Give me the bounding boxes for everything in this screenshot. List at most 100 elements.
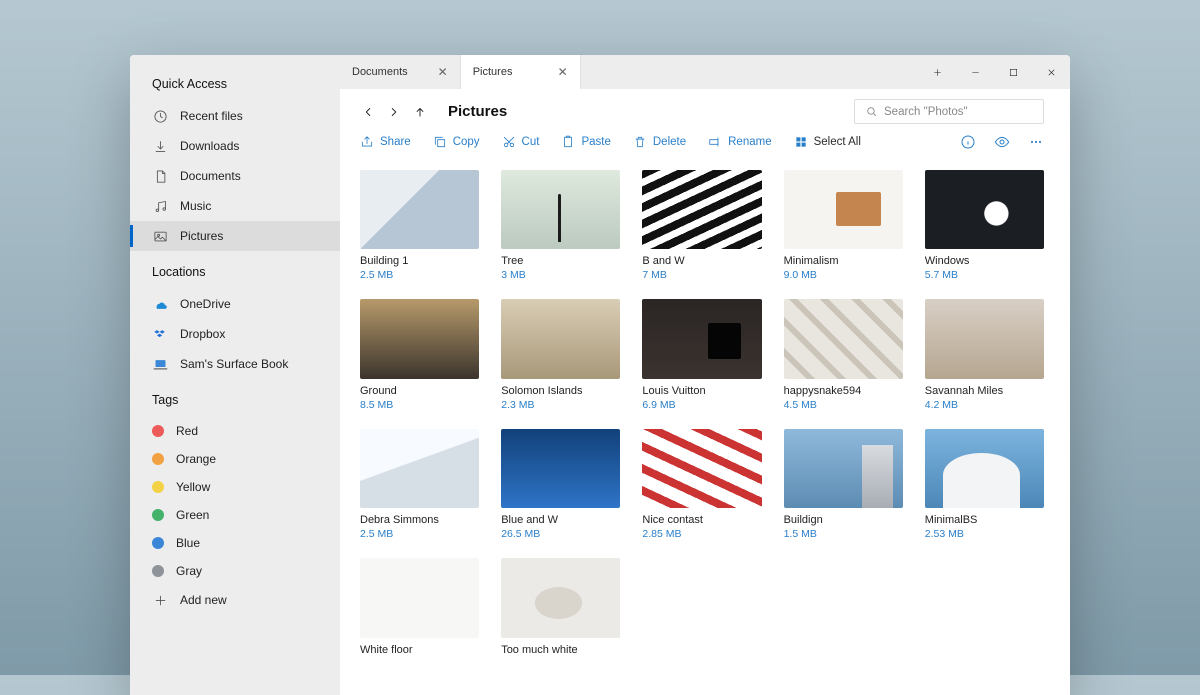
file-name: Savannah Miles bbox=[925, 385, 1044, 397]
more-icon[interactable] bbox=[1028, 134, 1044, 150]
maximize-button[interactable] bbox=[994, 55, 1032, 89]
info-icon[interactable] bbox=[960, 134, 976, 150]
file-thumbnail bbox=[925, 429, 1044, 508]
file-thumbnail bbox=[501, 558, 620, 637]
select-all-button[interactable]: Select All bbox=[794, 135, 861, 149]
file-size: 9.0 MB bbox=[784, 269, 903, 281]
sidebar-item-pictures[interactable]: Pictures bbox=[130, 221, 340, 251]
file-item[interactable]: Building 12.5 MB bbox=[360, 170, 479, 281]
sidebar-item-onedrive[interactable]: OneDrive bbox=[130, 289, 340, 319]
sidebar-item-downloads[interactable]: Downloads bbox=[130, 131, 340, 161]
file-thumbnail bbox=[925, 299, 1044, 378]
cut-button[interactable]: Cut bbox=[502, 135, 540, 149]
nav-back-button[interactable] bbox=[360, 104, 376, 120]
picture-icon bbox=[152, 228, 168, 244]
file-thumbnail bbox=[925, 170, 1044, 249]
file-item[interactable]: MinimalBS2.53 MB bbox=[925, 429, 1044, 540]
file-size: 4.2 MB bbox=[925, 399, 1044, 411]
file-size: 6.9 MB bbox=[642, 399, 761, 411]
share-button[interactable]: Share bbox=[360, 135, 411, 149]
new-tab-button[interactable] bbox=[918, 55, 956, 89]
sidebar-item-recent-files[interactable]: Recent files bbox=[130, 101, 340, 131]
tag-add-label: Add new bbox=[180, 593, 227, 607]
paste-button[interactable]: Paste bbox=[561, 135, 610, 149]
file-item[interactable]: B and W7 MB bbox=[642, 170, 761, 281]
view-icon[interactable] bbox=[994, 134, 1010, 150]
sidebar-item-documents[interactable]: Documents bbox=[130, 161, 340, 191]
file-item[interactable]: Louis Vuitton6.9 MB bbox=[642, 299, 761, 410]
file-item[interactable]: Buildign1.5 MB bbox=[784, 429, 903, 540]
file-item[interactable]: Savannah Miles 4.2 MB bbox=[925, 299, 1044, 410]
sidebar: Quick Access Recent files Downloads Docu… bbox=[130, 55, 340, 695]
file-thumbnail bbox=[360, 170, 479, 249]
file-name: happysnake594 bbox=[784, 385, 903, 397]
tag-dot-icon bbox=[152, 453, 164, 465]
tag-item-gray[interactable]: Gray bbox=[130, 557, 340, 585]
clock-icon bbox=[152, 108, 168, 124]
file-item[interactable]: Minimalism 9.0 MB bbox=[784, 170, 903, 281]
paste-icon bbox=[561, 135, 575, 149]
file-item[interactable]: Blue and W 26.5 MB bbox=[501, 429, 620, 540]
sidebar-item-dropbox[interactable]: Dropbox bbox=[130, 319, 340, 349]
main-panel: Documents ✕ Pictures ✕ bbox=[340, 55, 1070, 695]
sidebar-heading-tags: Tags bbox=[130, 393, 340, 417]
tag-item-yellow[interactable]: Yellow bbox=[130, 473, 340, 501]
file-name: Minimalism bbox=[784, 255, 903, 267]
sidebar-item-label: Dropbox bbox=[180, 327, 225, 341]
sidebar-item-label: Sam's Surface Book bbox=[180, 357, 288, 371]
file-item[interactable]: Nice contast2.85 MB bbox=[642, 429, 761, 540]
tag-item-orange[interactable]: Orange bbox=[130, 445, 340, 473]
search-input[interactable]: Search "Photos" bbox=[854, 99, 1044, 124]
file-thumbnail bbox=[360, 429, 479, 508]
file-item[interactable]: Windows5.7 MB bbox=[925, 170, 1044, 281]
rename-button[interactable]: Rename bbox=[708, 135, 771, 149]
file-item[interactable]: Solomon Islands2.3 MB bbox=[501, 299, 620, 410]
rename-icon bbox=[708, 135, 722, 149]
file-size: 26.5 MB bbox=[501, 528, 620, 540]
tag-dot-icon bbox=[152, 537, 164, 549]
delete-button[interactable]: Delete bbox=[633, 135, 686, 149]
file-item[interactable]: happysnake5944.5 MB bbox=[784, 299, 903, 410]
file-item[interactable]: Too much white bbox=[501, 558, 620, 657]
file-size: 5.7 MB bbox=[925, 269, 1044, 281]
tag-dot-icon bbox=[152, 509, 164, 521]
file-item[interactable]: Ground8.5 MB bbox=[360, 299, 479, 410]
header: Pictures Search "Photos" Share Copy bbox=[340, 89, 1070, 156]
sidebar-item-music[interactable]: Music bbox=[130, 191, 340, 221]
file-thumbnail bbox=[784, 170, 903, 249]
tag-label: Orange bbox=[176, 452, 216, 466]
sidebar-item-label: Recent files bbox=[180, 109, 243, 123]
file-item[interactable]: White floor bbox=[360, 558, 479, 657]
file-thumbnail bbox=[360, 299, 479, 378]
tag-dot-icon bbox=[152, 565, 164, 577]
tabs-row: Documents ✕ Pictures ✕ bbox=[340, 55, 1070, 89]
nav-forward-button[interactable] bbox=[386, 104, 402, 120]
page-title: Pictures bbox=[448, 103, 507, 120]
sidebar-item-label: Downloads bbox=[180, 139, 239, 153]
tag-item-red[interactable]: Red bbox=[130, 417, 340, 445]
file-name: Too much white bbox=[501, 644, 620, 656]
tag-add-new[interactable]: Add new bbox=[130, 585, 340, 615]
file-size: 2.5 MB bbox=[360, 528, 479, 540]
tab-pictures[interactable]: Pictures ✕ bbox=[461, 55, 581, 89]
tab-documents[interactable]: Documents ✕ bbox=[340, 55, 461, 89]
sidebar-item-label: OneDrive bbox=[180, 297, 231, 311]
download-icon bbox=[152, 138, 168, 154]
close-icon[interactable]: ✕ bbox=[438, 65, 448, 79]
file-item[interactable]: Tree3 MB bbox=[501, 170, 620, 281]
file-name: Tree bbox=[501, 255, 620, 267]
file-item[interactable]: Debra Simmons2.5 MB bbox=[360, 429, 479, 540]
minimize-button[interactable] bbox=[956, 55, 994, 89]
close-icon[interactable]: ✕ bbox=[558, 65, 568, 79]
tab-label: Documents bbox=[352, 66, 408, 78]
sidebar-item-surface-book[interactable]: Sam's Surface Book bbox=[130, 349, 340, 379]
sidebar-item-label: Music bbox=[180, 199, 211, 213]
nav-up-button[interactable] bbox=[412, 104, 428, 120]
copy-button[interactable]: Copy bbox=[433, 135, 480, 149]
tag-item-green[interactable]: Green bbox=[130, 501, 340, 529]
file-size: 2.5 MB bbox=[360, 269, 479, 281]
tag-item-blue[interactable]: Blue bbox=[130, 529, 340, 557]
file-name: Blue and W bbox=[501, 514, 620, 526]
tag-label: Green bbox=[176, 508, 209, 522]
close-window-button[interactable] bbox=[1032, 55, 1070, 89]
